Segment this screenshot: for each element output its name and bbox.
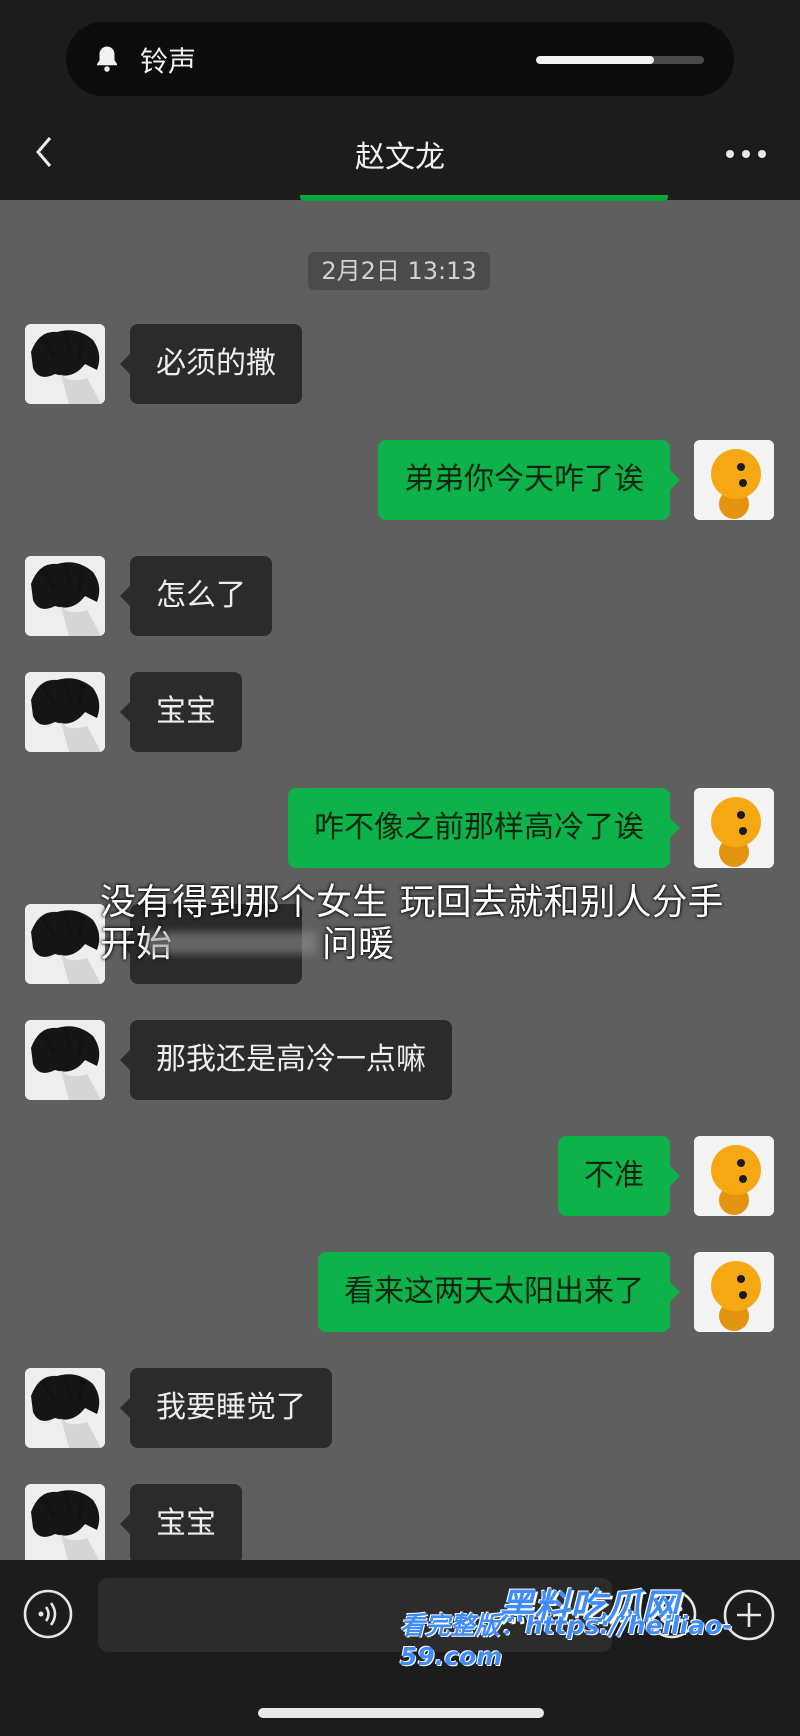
- incoming-message[interactable]: 我要睡觉了: [120, 1368, 332, 1448]
- message-timestamp: 2月2日 13:13: [308, 252, 490, 290]
- contact-avatar[interactable]: [25, 904, 105, 984]
- ringer-label: 铃声: [140, 45, 197, 78]
- overlay-caption-line1: 没有得到那个女生 玩回去就和别人分手: [100, 882, 724, 923]
- incoming-message[interactable]: 怎么了: [120, 556, 272, 636]
- bell-icon: [97, 46, 117, 72]
- outgoing-message[interactable]: 看来这两天太阳出来了: [318, 1252, 680, 1332]
- chat-title: 赵文龙: [355, 140, 445, 175]
- outgoing-message[interactable]: 咋不像之前那样高冷了诶: [288, 788, 680, 868]
- blurred-text-patch: [146, 932, 316, 954]
- contact-avatar[interactable]: [25, 556, 105, 636]
- ringer-banner: 铃声: [66, 22, 734, 96]
- contact-avatar[interactable]: [25, 324, 105, 404]
- top-bar: 铃声 赵文龙: [0, 0, 800, 201]
- my-avatar[interactable]: [694, 1136, 774, 1216]
- voice-icon[interactable]: [22, 1588, 74, 1640]
- incoming-message[interactable]: 宝宝: [120, 1484, 242, 1564]
- ringer-volume-slider[interactable]: [536, 56, 704, 64]
- contact-avatar[interactable]: [25, 1368, 105, 1448]
- ringer-volume-fill: [536, 56, 654, 64]
- outgoing-message[interactable]: 不准: [558, 1136, 680, 1216]
- watermark-url: 看完整版：https://heiliao-59.com: [400, 1611, 733, 1671]
- contact-avatar[interactable]: [25, 1484, 105, 1564]
- incoming-message[interactable]: 那我还是高冷一点嘛: [120, 1020, 452, 1100]
- incoming-message[interactable]: 宝宝: [120, 672, 242, 752]
- home-indicator[interactable]: [258, 1708, 544, 1718]
- contact-avatar[interactable]: [25, 1020, 105, 1100]
- my-avatar[interactable]: [694, 788, 774, 868]
- previous-message-edge: [300, 195, 668, 201]
- incoming-message[interactable]: 必须的撒: [120, 324, 302, 404]
- outgoing-message[interactable]: 弟弟你今天咋了诶: [378, 440, 680, 520]
- my-avatar[interactable]: [694, 440, 774, 520]
- contact-avatar[interactable]: [25, 672, 105, 752]
- more-icon[interactable]: [726, 150, 766, 160]
- my-avatar[interactable]: [694, 1252, 774, 1332]
